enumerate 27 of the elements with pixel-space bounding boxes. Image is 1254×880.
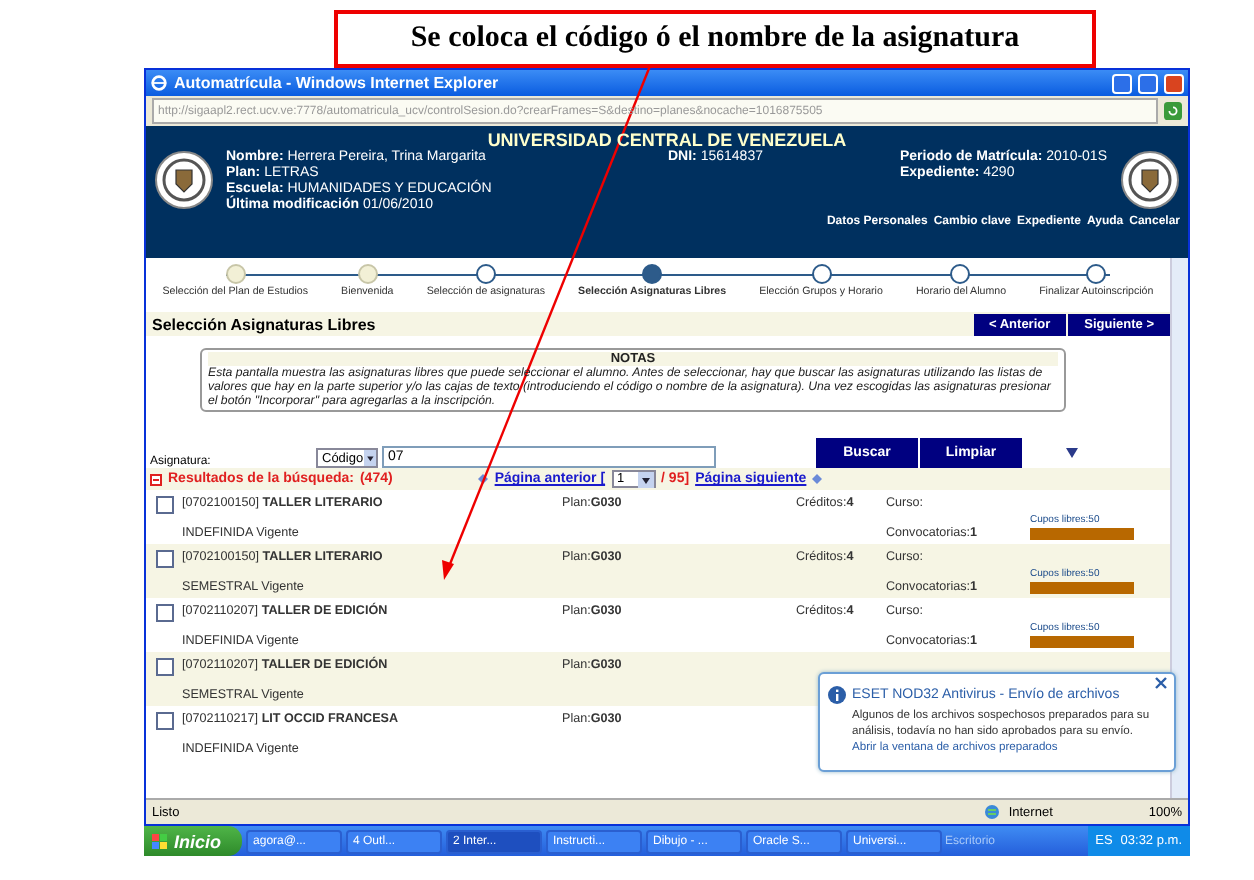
caret-icon[interactable]	[363, 450, 376, 466]
callout-box: Se coloca el código ó el nombre de la asignatura	[334, 10, 1096, 68]
row-checkbox[interactable]	[155, 712, 173, 730]
globe-icon	[984, 804, 1001, 820]
diamond-icon	[812, 474, 823, 484]
row-checkbox[interactable]	[155, 496, 173, 514]
row-checkbox[interactable]	[155, 550, 173, 568]
browser-icon	[150, 74, 168, 92]
close-icon[interactable]	[1154, 676, 1168, 690]
close-button[interactable]	[1164, 73, 1184, 93]
restore-button[interactable]	[1138, 73, 1158, 93]
seal-icon	[1120, 150, 1180, 210]
scrollbar[interactable]	[1170, 258, 1188, 798]
step-marker	[357, 264, 378, 284]
windows-logo-icon	[152, 833, 168, 849]
section-title: Selección Asignaturas Libres	[152, 315, 376, 333]
row-checkbox[interactable]	[155, 604, 173, 622]
info-icon	[828, 686, 846, 704]
collapse-icon[interactable]	[150, 473, 162, 485]
diamond-icon	[478, 474, 489, 484]
row-checkbox[interactable]	[155, 658, 173, 676]
step-marker	[225, 264, 246, 284]
seal-icon	[154, 150, 214, 210]
window-title: Automatrícula - Windows Internet Explorer	[174, 74, 501, 92]
refresh-icon[interactable]	[1164, 102, 1182, 120]
collapse-icon[interactable]	[1066, 447, 1078, 457]
minimize-button[interactable]	[1112, 73, 1132, 93]
